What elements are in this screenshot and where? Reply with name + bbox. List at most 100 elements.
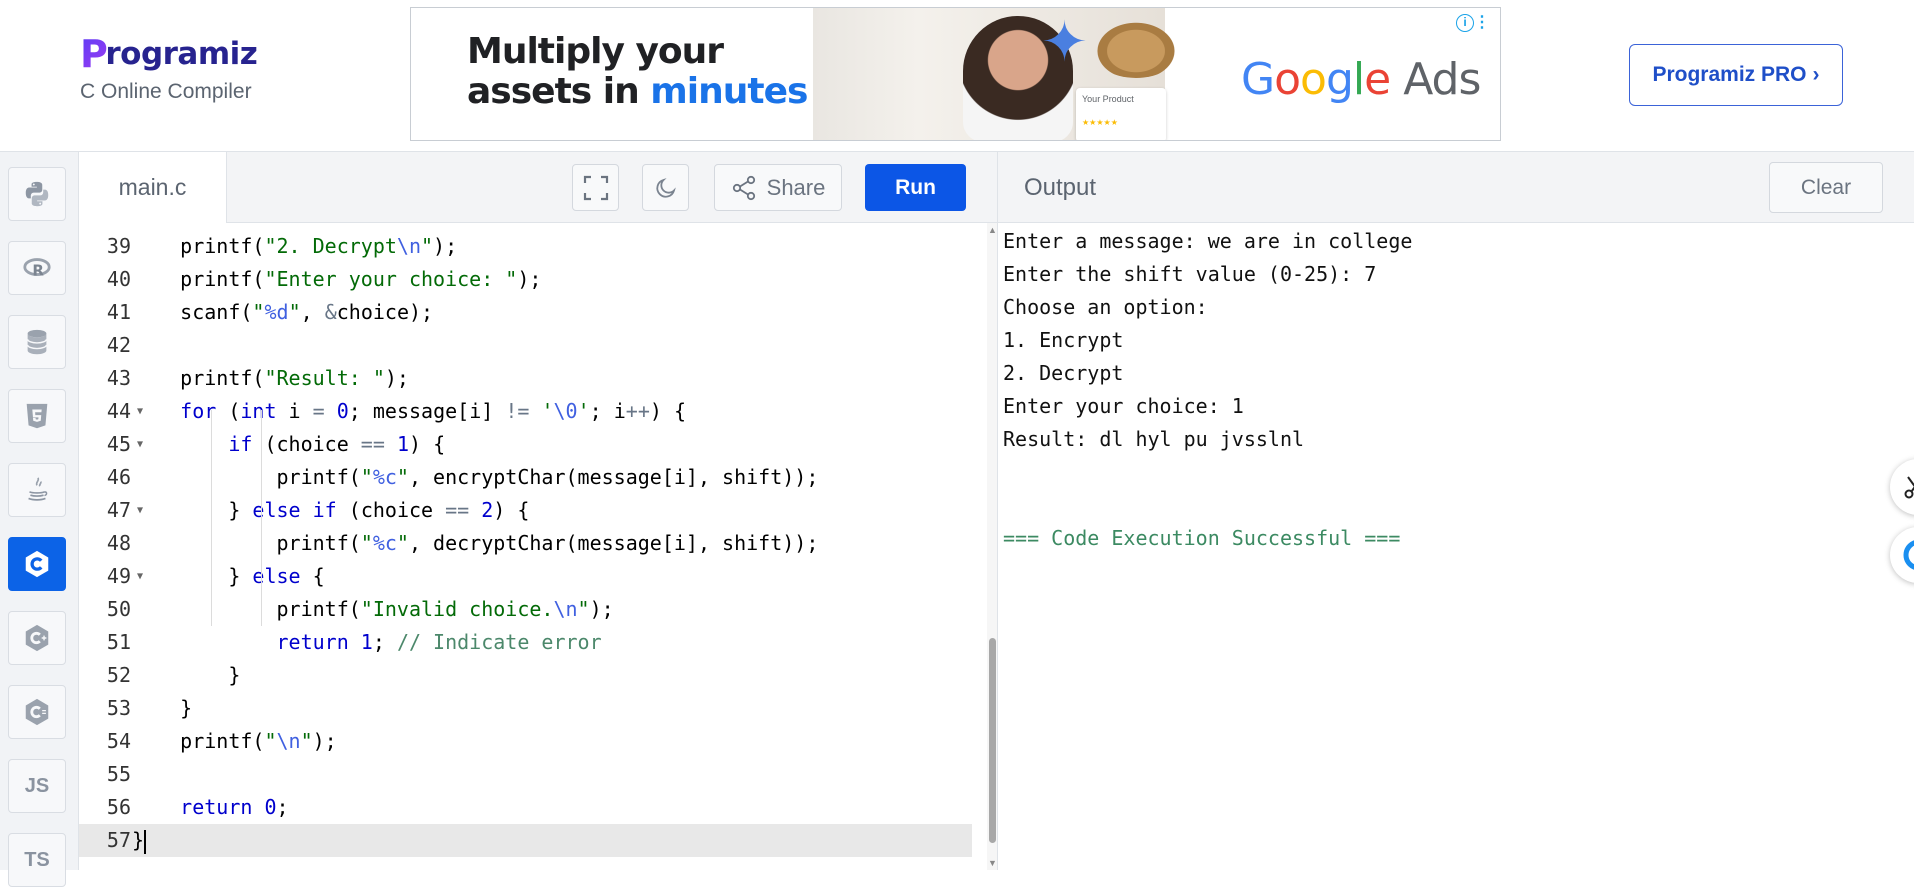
share-button[interactable]: Share bbox=[714, 164, 842, 211]
code-line[interactable]: 45 ▼ if (choice == 1) { bbox=[79, 428, 972, 461]
share-icon bbox=[732, 175, 755, 200]
code-line[interactable]: 44 ▼ for (int i = 0; message[i] != '\0'; … bbox=[79, 395, 972, 428]
output-line: Enter your choice: 1 bbox=[1003, 394, 1244, 418]
editor-toolbar: main.c Share Run bbox=[79, 152, 997, 223]
output-console[interactable]: Enter a message: we are in college Enter … bbox=[998, 223, 1914, 870]
code-line[interactable]: 41 scanf("%d", &choice); bbox=[79, 296, 972, 329]
output-line: 2. Decrypt bbox=[1003, 361, 1124, 385]
line-number: 48 bbox=[106, 531, 131, 555]
line-number: 40 bbox=[106, 267, 131, 291]
line-number: 47 bbox=[106, 498, 131, 522]
code-line[interactable]: 50 printf("Invalid choice.\n"); bbox=[79, 593, 972, 626]
hat-image bbox=[1091, 18, 1181, 78]
fullscreen-icon bbox=[583, 175, 608, 200]
line-number: 39 bbox=[106, 234, 131, 258]
moon-icon bbox=[655, 177, 676, 198]
code-text: printf("Enter your choice: "); bbox=[132, 267, 542, 291]
code-text: } else if (choice == 2) { bbox=[132, 498, 530, 522]
code-line[interactable]: 53 } bbox=[79, 692, 972, 725]
line-number: 54 bbox=[106, 729, 131, 753]
scroll-down-arrow[interactable]: ▼ bbox=[988, 858, 997, 868]
line-number: 51 bbox=[106, 630, 131, 654]
code-text: printf("Invalid choice.\n"); bbox=[132, 597, 614, 621]
scroll-up-arrow[interactable]: ▲ bbox=[988, 225, 997, 235]
svg-text:R: R bbox=[32, 262, 44, 280]
typescript-icon[interactable]: TS bbox=[8, 833, 66, 887]
programiz-logo[interactable]: Programiz C Online Compiler bbox=[80, 32, 258, 104]
code-text: printf("2. Decrypt\n"); bbox=[132, 234, 458, 258]
code-line[interactable]: 42 bbox=[79, 329, 972, 362]
line-number: 56 bbox=[106, 795, 131, 819]
code-line[interactable]: 52 } bbox=[79, 659, 972, 692]
sparkle-icon: ✦ bbox=[1041, 10, 1088, 73]
code-text: return 0; bbox=[180, 795, 289, 819]
c-icon[interactable] bbox=[8, 537, 66, 591]
indent-guide bbox=[211, 410, 212, 626]
indent-guide bbox=[261, 410, 262, 626]
code-line[interactable]: 54 printf("\n"); bbox=[79, 725, 972, 758]
line-number: 42 bbox=[106, 333, 131, 357]
code-line[interactable]: 46 printf("%c", encryptChar(message[i], … bbox=[79, 461, 972, 494]
line-number: 45 bbox=[106, 432, 131, 456]
javascript-icon[interactable]: JS bbox=[8, 759, 66, 813]
advertisement-banner[interactable]: Multiply your assets in minutes ✦ Your P… bbox=[410, 7, 1501, 141]
scroll-thumb[interactable] bbox=[989, 638, 996, 843]
code-text: } bbox=[132, 696, 193, 720]
output-line: Choose an option: bbox=[1003, 295, 1208, 319]
code-text: printf("%c", encryptChar(message[i], shi… bbox=[132, 465, 819, 489]
code-line[interactable]: 48 printf("%c", decryptChar(message[i], … bbox=[79, 527, 972, 560]
chevron-right-icon: › bbox=[1812, 63, 1820, 86]
code-text: } else { bbox=[132, 564, 325, 588]
code-editor[interactable]: 39 printf("2. Decrypt\n"); 40 printf("Ent… bbox=[79, 223, 997, 870]
clear-button[interactable]: Clear bbox=[1769, 162, 1883, 213]
top-header: Programiz C Online Compiler Multiply you… bbox=[0, 0, 1914, 152]
code-line[interactable]: 57} bbox=[79, 824, 972, 857]
code-line[interactable]: 51 return 1; // Indicate error bbox=[79, 626, 972, 659]
text-cursor bbox=[144, 829, 147, 854]
output-title: Output bbox=[1024, 174, 1097, 201]
code-text: for (int i = 0; message[i] != '\0'; i++)… bbox=[180, 399, 686, 423]
code-text: if (choice == 1) { bbox=[228, 432, 446, 456]
line-number: 43 bbox=[106, 366, 131, 390]
database-icon[interactable] bbox=[8, 315, 66, 369]
code-line[interactable]: 56 return 0; bbox=[79, 791, 972, 824]
logo-p-icon: P bbox=[80, 32, 108, 76]
code-text: scanf("%d", &choice); bbox=[132, 300, 434, 324]
ad-info-icon[interactable]: i bbox=[1456, 14, 1474, 32]
compiler-subtitle: C Online Compiler bbox=[80, 80, 252, 103]
line-number: 52 bbox=[106, 663, 131, 687]
fullscreen-button[interactable] bbox=[572, 164, 619, 211]
line-number: 44 bbox=[106, 399, 131, 423]
line-number: 55 bbox=[106, 762, 131, 786]
logo-wordmark: Programiz bbox=[80, 32, 258, 76]
output-toolbar: Output Clear bbox=[998, 152, 1914, 223]
chat-bubble-icon bbox=[1903, 540, 1914, 570]
line-number: 50 bbox=[106, 597, 131, 621]
product-card: Your Product ★★★★★ bbox=[1076, 88, 1166, 140]
code-line[interactable]: 40 printf("Enter your choice: "); bbox=[79, 263, 972, 296]
code-text: printf("\n"); bbox=[132, 729, 337, 753]
code-line[interactable]: 43 printf("Result: "); bbox=[79, 362, 972, 395]
html5-icon[interactable] bbox=[8, 389, 66, 443]
dark-mode-button[interactable] bbox=[642, 164, 689, 211]
java-icon[interactable] bbox=[8, 463, 66, 517]
code-text: } bbox=[132, 663, 241, 687]
code-line[interactable]: 39 printf("2. Decrypt\n"); bbox=[79, 230, 972, 263]
line-number: 57 bbox=[106, 828, 131, 852]
tab-main-c[interactable]: main.c bbox=[79, 152, 227, 223]
programiz-pro-button[interactable]: Programiz PRO › bbox=[1629, 44, 1843, 106]
code-line[interactable]: 49 ▼ } else { bbox=[79, 560, 972, 593]
code-line[interactable]: 55 bbox=[79, 758, 972, 791]
line-number: 46 bbox=[106, 465, 131, 489]
cpp-icon[interactable] bbox=[8, 611, 66, 665]
run-button[interactable]: Run bbox=[865, 164, 966, 211]
line-number: 53 bbox=[106, 696, 131, 720]
python-icon[interactable] bbox=[8, 167, 66, 221]
r-icon[interactable]: R bbox=[8, 241, 66, 295]
google-ads-logo: Google Ads bbox=[1241, 54, 1481, 105]
editor-scrollbar[interactable]: ▲ ▼ bbox=[987, 223, 997, 870]
csharp-icon[interactable] bbox=[8, 685, 66, 739]
code-line[interactable]: 47 ▼ } else if (choice == 2) { bbox=[79, 494, 972, 527]
ad-menu-icon[interactable]: ⋮ bbox=[1474, 13, 1490, 33]
code-text: printf("%c", decryptChar(message[i], shi… bbox=[132, 531, 819, 555]
